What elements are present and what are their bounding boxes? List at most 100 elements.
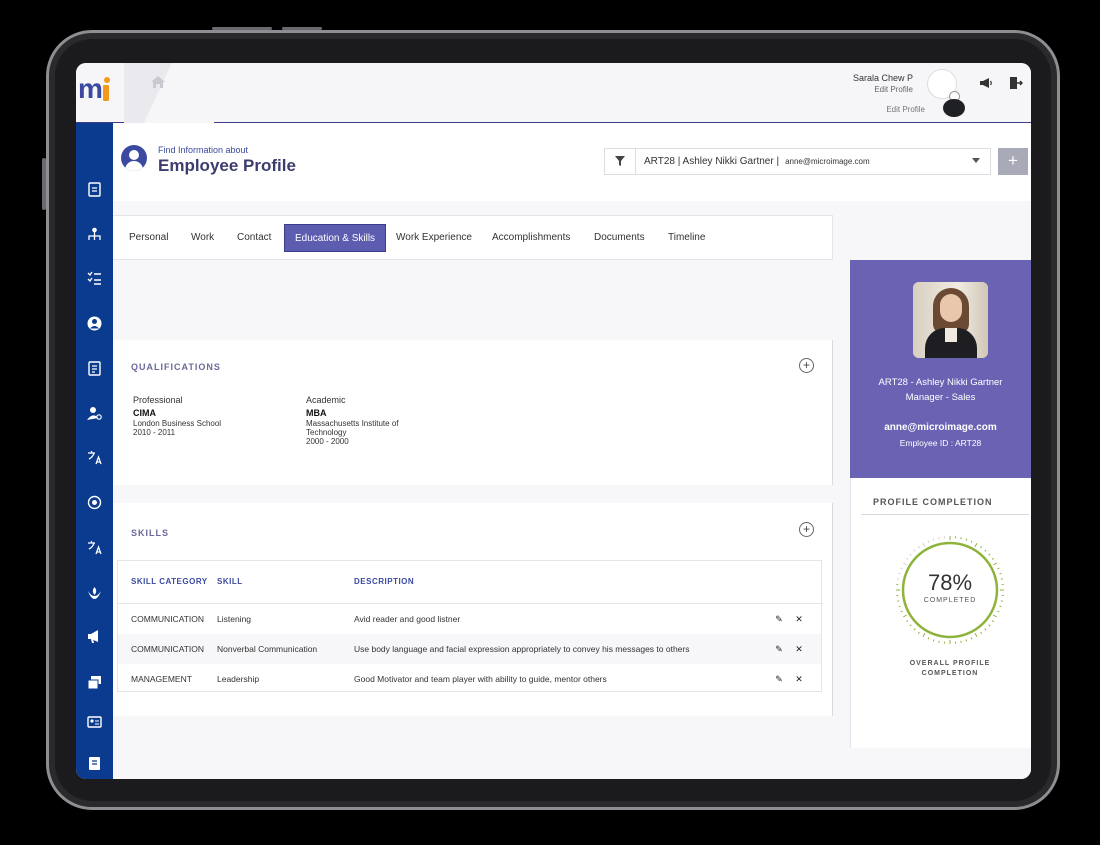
gauge-tick — [902, 614, 907, 618]
employee-id: Employee ID : ART28 — [899, 438, 982, 448]
gauge-tick — [917, 631, 920, 634]
close-icon[interactable]: ✕ — [793, 613, 805, 625]
gauge-tick — [906, 620, 909, 623]
completion-percent: 78% — [927, 570, 973, 595]
megaphone-icon[interactable] — [979, 76, 993, 90]
edit-icon[interactable]: ✎ — [773, 643, 785, 655]
tab-accomplishments[interactable]: Accomplishments — [482, 224, 580, 252]
gauge-tick — [970, 637, 973, 640]
employee-select-value: ART28 | Ashley Nikki Gartner | anne@micro… — [644, 156, 870, 167]
add-qualification-button[interactable]: + — [799, 358, 814, 373]
skill-name: Listening — [217, 614, 252, 624]
chevron-down-icon[interactable] — [972, 158, 980, 163]
lotus-icon[interactable] — [86, 584, 103, 601]
user-avatar[interactable] — [927, 69, 960, 102]
edit-profile-echo: Edit Profile — [886, 105, 925, 114]
gauge-tick — [909, 553, 912, 556]
logout-icon[interactable] — [1009, 76, 1023, 90]
qualification-item: Academic MBA Massachusetts Institute of … — [306, 395, 399, 447]
gauge-tick — [922, 633, 926, 638]
gauge-tick — [980, 631, 983, 634]
form-icon[interactable] — [86, 360, 103, 377]
edit-profile-link[interactable]: Edit Profile — [874, 85, 913, 94]
add-skill-button[interactable]: + — [799, 522, 814, 537]
tab-documents[interactable]: Documents — [584, 224, 655, 252]
top-header: m Sarala Chew P Edit Profile Edit Profil… — [76, 63, 1031, 123]
gauge-tick — [932, 538, 935, 541]
gauge-tick — [991, 557, 994, 560]
user-name: Sarala Chew P — [852, 73, 913, 83]
logo-bar — [103, 85, 109, 101]
profile-tabs: Personal Work Contact Education & Skills… — [113, 215, 833, 260]
tab-timeline[interactable]: Timeline — [658, 224, 715, 252]
translate-icon[interactable] — [86, 449, 103, 466]
badge-icon[interactable] — [86, 494, 103, 511]
profile-completion-title: PROFILE COMPLETION — [873, 497, 993, 507]
gauge-tick — [980, 546, 983, 549]
edit-icon[interactable]: ✎ — [773, 613, 785, 625]
gauge-tick — [906, 557, 909, 560]
org-chart-icon[interactable] — [86, 226, 103, 243]
translate-icon[interactable] — [86, 539, 103, 556]
close-icon[interactable]: ✕ — [793, 673, 805, 685]
table-row: MANAGEMENT Leadership Good Motivator and… — [118, 664, 821, 694]
column-header[interactable]: SKILL CATEGORY — [131, 577, 208, 586]
id-card-icon[interactable] — [86, 713, 103, 730]
clipboard-icon[interactable] — [86, 181, 103, 198]
employee-photo — [913, 282, 988, 358]
column-header[interactable]: SKILL — [217, 577, 243, 586]
close-icon[interactable]: ✕ — [793, 643, 805, 655]
gauge-tick — [988, 553, 991, 556]
megaphone-icon[interactable] — [86, 628, 103, 645]
cards-icon[interactable] — [86, 674, 103, 691]
user-circle-icon[interactable] — [86, 315, 103, 332]
skill-category: COMMUNICATION — [131, 644, 205, 654]
gauge-tick — [997, 567, 1000, 570]
gauge-tick — [900, 610, 903, 613]
column-header[interactable]: DESCRIPTION — [354, 577, 414, 586]
add-employee-button[interactable]: + — [998, 148, 1028, 175]
logo-mark: m — [78, 73, 103, 104]
sidebar — [76, 123, 113, 779]
skill-description: Good Motivator and team player with abil… — [354, 674, 607, 684]
tab-work-experience[interactable]: Work Experience — [386, 224, 482, 252]
gauge-tick — [927, 540, 930, 543]
gauge-tick — [932, 639, 935, 642]
skills-title: SKILLS — [131, 528, 170, 538]
filter-icon[interactable] — [605, 149, 636, 174]
gauge-tick — [922, 542, 926, 547]
tab-personal[interactable]: Personal — [119, 224, 178, 252]
gauge-tick — [917, 546, 920, 549]
gauge-tick — [902, 562, 907, 566]
overall-completion-label: OVERALL PROFILE COMPLETION — [909, 660, 991, 677]
skill-category: COMMUNICATION — [131, 614, 205, 624]
skill-description: Use body language and facial expression … — [354, 644, 690, 654]
gauge-tick — [900, 567, 903, 570]
skill-name: Nonverbal Communication — [217, 644, 318, 654]
profile-completion-panel: PROFILE COMPLETION 78% COMPLETED OVERALL… — [850, 478, 1031, 748]
employee-select[interactable]: ART28 | Ashley Nikki Gartner | anne@micro… — [604, 148, 991, 175]
home-area — [124, 63, 214, 123]
tablet-top-button — [212, 27, 272, 30]
table-row: COMMUNICATION Nonverbal Communication Us… — [118, 634, 821, 664]
home-icon[interactable] — [150, 75, 166, 89]
main-content: Find Information about Employee Profile … — [113, 123, 1031, 779]
skill-category: MANAGEMENT — [131, 674, 192, 684]
edit-icon[interactable]: ✎ — [773, 673, 785, 685]
checklist-icon[interactable] — [86, 270, 103, 287]
tab-education-skills[interactable]: Education & Skills — [284, 224, 387, 252]
gauge-tick — [965, 538, 968, 541]
app-logo[interactable]: m — [78, 73, 118, 107]
tab-contact[interactable]: Contact — [227, 224, 281, 252]
user-settings-icon[interactable] — [86, 405, 103, 422]
employee-email[interactable]: anne@microimage.com — [850, 422, 1031, 433]
gauge-tick — [974, 633, 978, 638]
gauge-tick — [909, 624, 912, 627]
profile-summary-card: ART28 - Ashley Nikki Gartner Manager - S… — [850, 260, 1031, 478]
document-icon[interactable] — [86, 755, 103, 772]
gauge-tick — [927, 637, 930, 640]
logo-dot — [104, 77, 110, 83]
table-row: COMMUNICATION Listening Avid reader and … — [118, 604, 821, 634]
employee-name: ART28 - Ashley Nikki Gartner — [878, 377, 1003, 388]
tab-work[interactable]: Work — [181, 224, 224, 252]
